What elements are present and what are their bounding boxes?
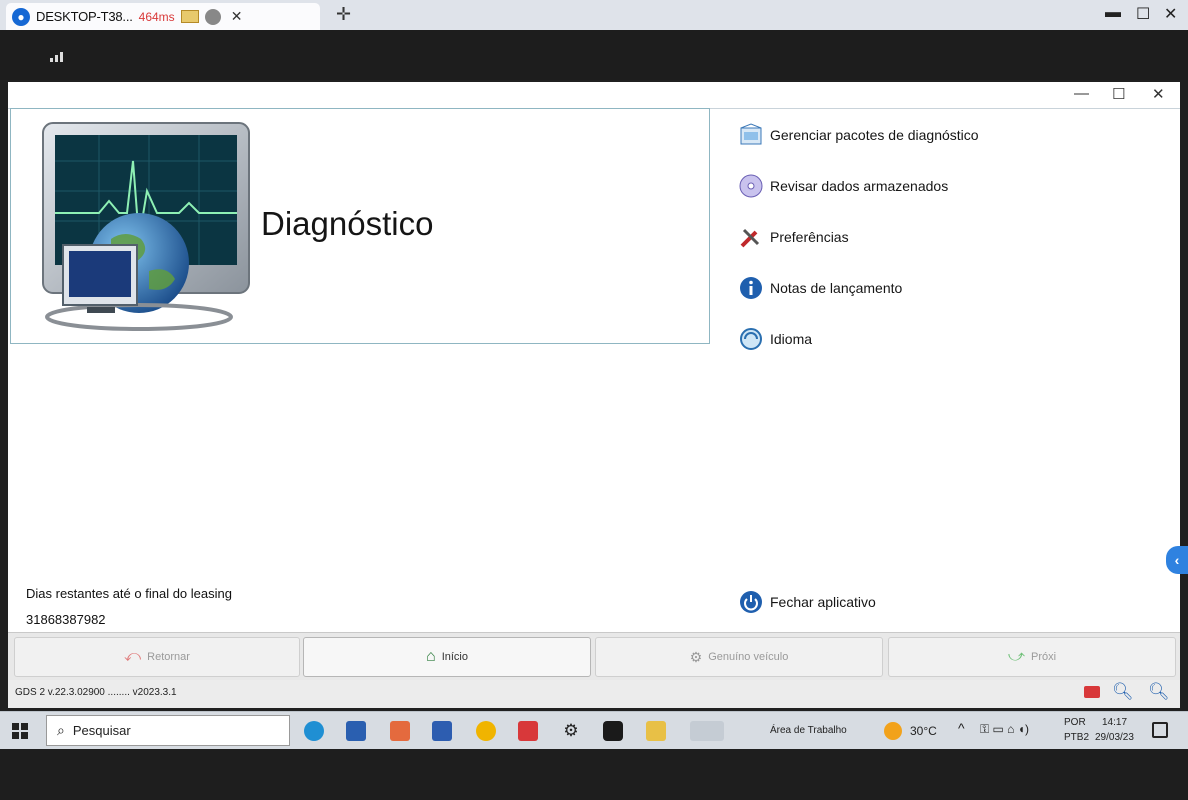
teamviewer-icon[interactable] — [603, 721, 623, 741]
menu-review-data[interactable]: Revisar dados armazenados — [738, 173, 948, 199]
weather-temperature[interactable]: 30°C — [910, 724, 937, 738]
search-placeholder: Pesquisar — [72, 723, 131, 738]
keyboard-language[interactable]: POR — [1064, 717, 1086, 728]
minimize-window-icon[interactable]: ▬ — [1105, 4, 1121, 22]
power-icon — [738, 589, 764, 615]
info-icon — [738, 275, 764, 301]
menu-manage-packages[interactable]: Gerenciar pacotes de diagnóstico — [738, 122, 979, 148]
chevron-up-icon[interactable]: ^ — [958, 720, 965, 736]
close-tab-icon[interactable]: ✕ — [231, 8, 243, 25]
search-icon: ⌕ — [57, 722, 65, 738]
notification-icon[interactable] — [1152, 722, 1168, 738]
next-arrow-icon: ⤻ — [1007, 648, 1026, 665]
edge-icon[interactable] — [304, 721, 324, 741]
remote-tab-strip: ● DESKTOP-T38... 464ms ✕ ✛ ▬ ☐ ✕ — [0, 0, 1188, 30]
maximize-window-icon[interactable]: ☐ — [1136, 4, 1150, 24]
desktop-toolbar-label[interactable]: Área de Trabalho — [770, 725, 847, 736]
version-text: GDS 2 v.22.3.02900 ........ v2023.3.1 — [15, 687, 177, 698]
tools-icon — [738, 224, 764, 250]
menu-item-label: Revisar dados armazenados — [770, 178, 949, 194]
menu-language[interactable]: Idioma — [738, 326, 812, 352]
diagnostic-monitor-icon — [42, 122, 250, 331]
windows-start-icon[interactable] — [12, 723, 28, 739]
vehicle-button[interactable]: ⚙ Genuíno veículo — [595, 637, 883, 677]
folder-icon[interactable] — [180, 10, 199, 23]
home-icon: ⌂ — [426, 648, 436, 665]
active-app-icon[interactable] — [690, 721, 724, 741]
signal-strength-icon — [50, 52, 63, 62]
ping-indicator: 464ms — [138, 9, 175, 24]
app-close-icon[interactable]: ✕ — [1152, 85, 1165, 103]
collapse-side-panel-button[interactable]: ‹ — [1166, 546, 1188, 574]
language-icon — [738, 326, 764, 352]
menu-item-label: Preferências — [770, 229, 849, 245]
clock-date[interactable]: 29/03/23 — [1095, 732, 1134, 743]
clock-time[interactable]: 14:17 — [1102, 717, 1127, 728]
back-button-label: Retornar — [147, 651, 190, 663]
powerpoint-icon[interactable] — [390, 721, 410, 741]
remote-desktop-background — [0, 30, 1188, 80]
settings-icon[interactable] — [204, 8, 221, 25]
back-arrow-icon: ⤺ — [124, 648, 142, 665]
remote-session-tab[interactable]: ● DESKTOP-T38... 464ms ✕ — [6, 3, 320, 30]
next-button[interactable]: ⤻ Próxi — [888, 637, 1176, 677]
app-minimize-icon[interactable]: — — [1074, 85, 1089, 102]
store-icon[interactable] — [346, 721, 366, 741]
zoom-out-icon[interactable]: 🔍︎ — [1112, 682, 1134, 702]
package-icon — [738, 122, 764, 148]
tab-title: DESKTOP-T38... — [36, 9, 133, 24]
diagnostic-app-window: — ☐ ✕ Diagnóstico Gerenciar pacotes de d… — [8, 82, 1180, 708]
explorer-icon[interactable] — [646, 721, 666, 741]
next-button-label: Próxi — [1031, 651, 1057, 663]
menu-item-label: Idioma — [770, 331, 813, 347]
mail-icon[interactable] — [1084, 686, 1100, 698]
remote-app-logo-icon: ● — [12, 7, 30, 26]
weather-icon — [884, 722, 902, 740]
navigation-button-bar: ⤺ Retornar ⌂ Início ⚙ Genuíno veículo ⤻ … — [8, 632, 1180, 680]
settings-icon[interactable]: ⚙ — [561, 721, 581, 741]
word-icon[interactable] — [432, 721, 452, 741]
vehicle-button-label: Genuíno veículo — [708, 651, 789, 663]
app-maximize-icon[interactable]: ☐ — [1112, 85, 1125, 103]
menu-release-notes[interactable]: Notas de lançamento — [738, 275, 902, 301]
zoom-in-icon[interactable]: 🔍︎ — [1148, 682, 1170, 702]
remote-screen-bottom — [0, 749, 1188, 800]
menu-item-label: Notas de lançamento — [770, 280, 903, 296]
plus-icon[interactable]: ✛ — [336, 4, 351, 25]
vehicle-icon: ⚙ — [689, 648, 703, 665]
chrome-icon[interactable] — [476, 721, 496, 741]
keyboard-layout[interactable]: PTB2 — [1064, 732, 1089, 743]
menu-preferences[interactable]: Preferências — [738, 224, 849, 250]
status-bar: GDS 2 v.22.3.02900 ........ v2023.3.1 🔍︎… — [8, 680, 1180, 708]
tray-icons[interactable]: ⚿ ▭ ⌂ ◖) — [980, 722, 1029, 737]
page-title: Diagnóstico — [261, 205, 434, 242]
diagnostic-hero-panel: Diagnóstico — [10, 108, 710, 344]
close-application-button[interactable]: Fechar aplicativo — [738, 589, 876, 615]
home-button-label: Início — [441, 651, 468, 663]
back-button[interactable]: ⤺ Retornar — [14, 637, 300, 677]
menu-item-label: Gerenciar pacotes de diagnóstico — [770, 127, 979, 143]
media-icon[interactable] — [518, 721, 538, 741]
close-window-icon[interactable]: ✕ — [1164, 4, 1177, 24]
lease-remaining-label: Dias restantes até o final do leasing — [26, 586, 232, 601]
taskbar-search-box[interactable]: ⌕ Pesquisar — [46, 715, 290, 746]
lease-remaining-value: 31868387982 — [26, 612, 106, 627]
close-application-label: Fechar aplicativo — [770, 594, 876, 610]
disc-icon — [738, 173, 764, 199]
home-button[interactable]: ⌂ Início — [303, 637, 591, 677]
windows-taskbar: ⌕ Pesquisar ⚙ Área de Trabalho 30°C ^ ⚿ … — [0, 711, 1188, 749]
